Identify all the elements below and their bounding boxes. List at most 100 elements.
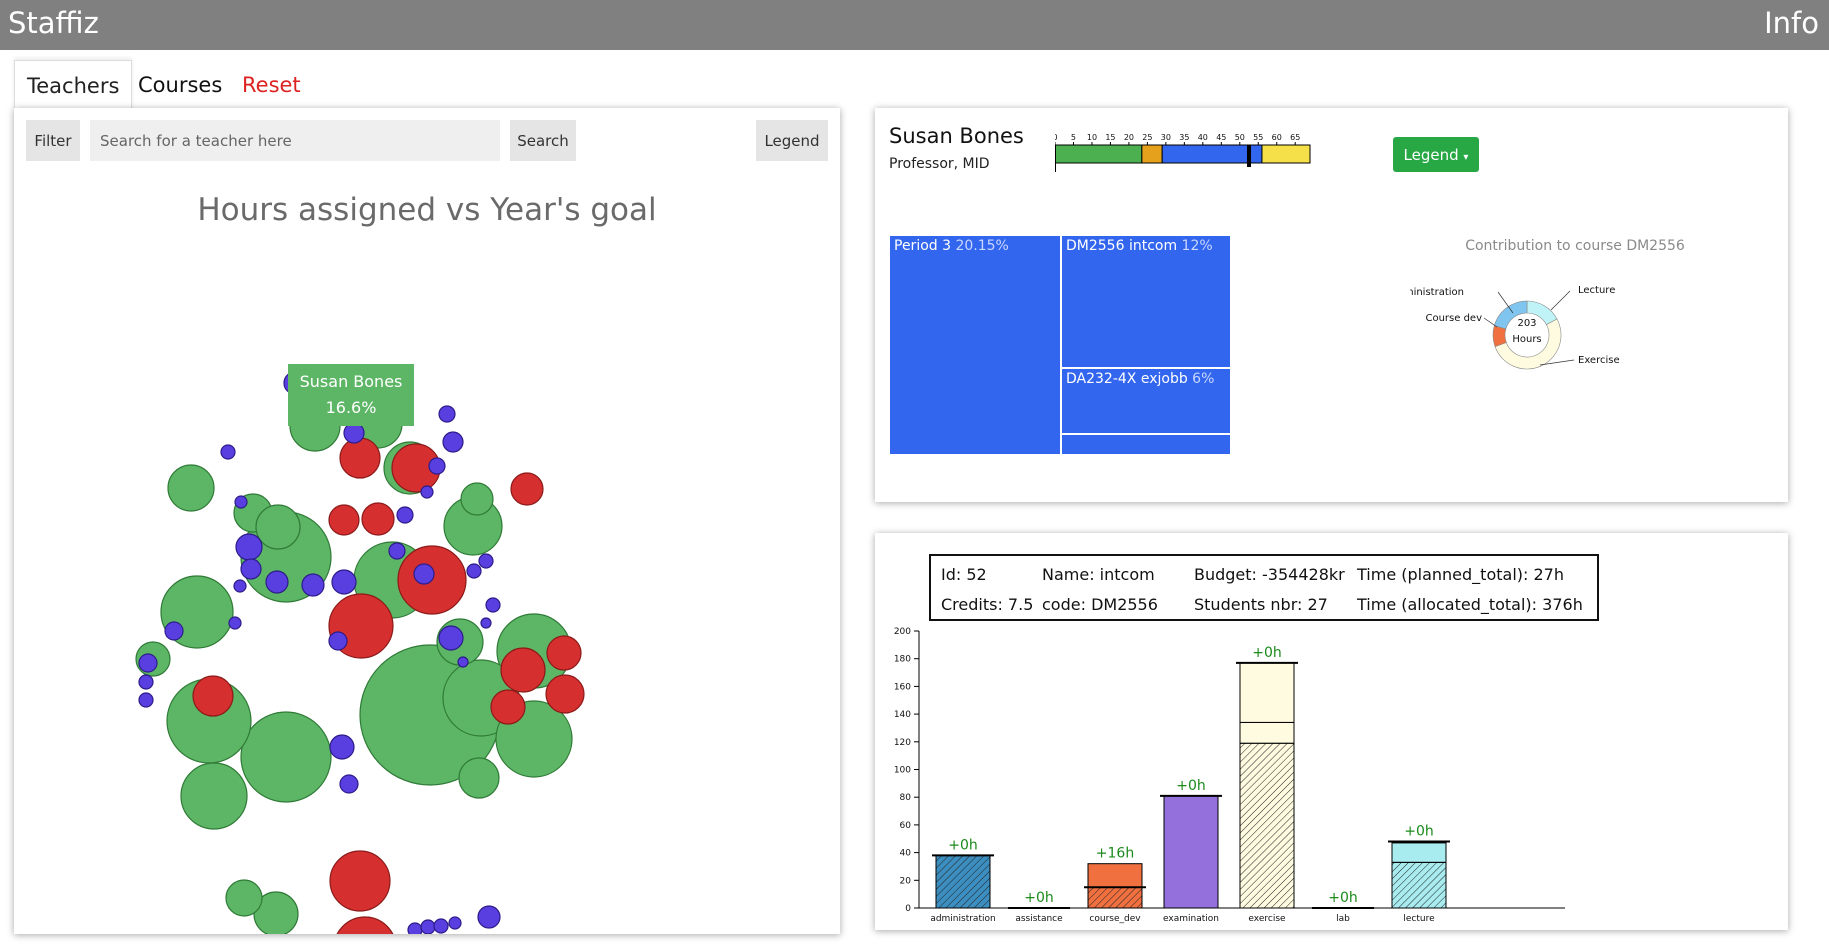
teacher-bubble[interactable] [413, 563, 435, 585]
teacher-bubble[interactable] [166, 678, 252, 764]
teacher-bubble[interactable] [443, 496, 503, 556]
teacher-bubble[interactable] [457, 656, 469, 668]
teacher-bubble[interactable] [496, 613, 572, 689]
teacher-bubble[interactable] [253, 891, 299, 934]
teacher-bubble[interactable] [466, 563, 482, 579]
bar-planned-top[interactable] [1239, 662, 1295, 723]
teacher-bubble[interactable] [138, 692, 154, 708]
teacher-bubble[interactable] [442, 431, 464, 453]
teacher-bubble[interactable] [433, 918, 449, 934]
course-panel: Id: 52 Name: intcom Budget: -354428kr Ti… [875, 533, 1788, 930]
tab-reset[interactable]: Reset [242, 60, 301, 110]
hours-tick-label: 20 [1124, 133, 1134, 142]
teacher-bubble[interactable] [167, 464, 215, 512]
teacher-bubble[interactable] [396, 506, 414, 524]
y-tick-label: 160 [894, 682, 911, 692]
teacher-search-input[interactable] [90, 120, 500, 161]
teacher-bubble[interactable] [353, 541, 431, 619]
teacher-bubble[interactable] [442, 659, 520, 737]
teacher-bubble[interactable] [329, 850, 391, 912]
teacher-bubble[interactable] [233, 579, 247, 593]
teacher-bubble[interactable] [485, 597, 501, 613]
teacher-bubble[interactable] [480, 617, 492, 629]
teacher-bubble[interactable] [225, 879, 263, 917]
teacher-bubble[interactable] [478, 553, 494, 569]
teacher-bubble[interactable] [490, 689, 526, 725]
bar-allocated[interactable] [1163, 795, 1219, 909]
legend-button[interactable]: Legend [756, 120, 828, 161]
teacher-bubble[interactable] [220, 444, 236, 460]
teacher-bubble[interactable] [477, 905, 501, 929]
bar-extra[interactable] [1391, 842, 1447, 863]
teacher-bubble[interactable] [301, 573, 325, 597]
teacher-bubble[interactable] [460, 482, 494, 516]
teacher-bubble[interactable] [407, 922, 423, 934]
course-hours-bar-chart: 0 20 40 60 80 100 120 140 160 180 200 +0h administra… [894, 627, 1565, 924]
hours-tick-label: 30 [1161, 133, 1171, 142]
teacher-bubble[interactable] [438, 625, 464, 651]
teacher-bubble[interactable] [235, 533, 263, 561]
teacher-bubble[interactable] [546, 635, 582, 671]
teacher-bubble[interactable] [361, 502, 395, 536]
teacher-bubble[interactable] [428, 457, 446, 475]
teacher-bubble[interactable] [359, 644, 501, 786]
teacher-bubble[interactable] [391, 443, 441, 493]
tab-teachers[interactable]: Teachers [14, 60, 133, 111]
teacher-bubble[interactable] [265, 570, 289, 594]
teacher-bubble[interactable] [397, 545, 467, 615]
teacher-bubble[interactable] [420, 919, 436, 934]
teacher-bubble[interactable] [138, 653, 158, 673]
teacher-bubble[interactable] [135, 641, 171, 677]
tab-courses[interactable]: Courses [138, 60, 222, 110]
teacher-bubble[interactable] [339, 437, 381, 479]
tooltip-value: 16.6% [325, 398, 377, 417]
teacher-bubble[interactable] [328, 593, 394, 659]
treemap-cell[interactable]: DM2556 intcom 12% [1061, 235, 1231, 368]
detail-legend-dropdown[interactable]: Legend ▾ [1393, 137, 1479, 172]
hours-tick-label: 45 [1216, 133, 1226, 142]
teacher-bubble[interactable] [255, 504, 301, 550]
teacher-bubble[interactable] [329, 734, 355, 760]
teacher-bubble[interactable] [334, 916, 396, 934]
teacher-bubble[interactable] [383, 441, 437, 495]
teacher-bubble[interactable] [500, 647, 546, 693]
bar-hatch [1087, 886, 1143, 909]
teacher-bubble[interactable] [240, 558, 262, 580]
app-brand[interactable]: Staffiz [8, 6, 99, 40]
teacher-bubble[interactable] [138, 674, 154, 690]
teacher-bubble[interactable] [510, 472, 544, 506]
teacher-bubble[interactable] [448, 916, 462, 930]
teacher-bubble[interactable] [545, 674, 585, 714]
bar-extra[interactable] [1087, 863, 1143, 888]
teacher-bubble[interactable] [388, 542, 406, 560]
search-button[interactable]: Search [510, 120, 576, 161]
teacher-bubble[interactable] [495, 700, 573, 778]
bar-extra[interactable] [1239, 721, 1295, 744]
filter-button[interactable]: Filter [26, 120, 80, 161]
teacher-bubble[interactable] [240, 711, 332, 803]
teacher-bubble[interactable] [240, 511, 332, 603]
teacher-bubble[interactable] [331, 569, 357, 595]
teacher-bubble[interactable] [339, 774, 359, 794]
treemap-cell[interactable]: DA232-4X exjobb 6% [1061, 368, 1231, 434]
teacher-bubble[interactable] [438, 405, 456, 423]
info-link[interactable]: Info [1764, 6, 1819, 40]
treemap-cell[interactable]: Period 3 20.15% [889, 235, 1061, 455]
teacher-bubble[interactable] [233, 493, 273, 533]
teacher-bubble[interactable] [420, 485, 434, 499]
donut-title: Contribution to course DM2556 [1465, 238, 1685, 254]
teacher-bubble[interactable] [160, 575, 234, 649]
treemap-cell[interactable] [1061, 434, 1231, 455]
teacher-bubble[interactable] [328, 504, 360, 536]
teacher-bubble[interactable] [180, 762, 248, 830]
teacher-bubble[interactable] [228, 616, 242, 630]
teacher-bubble[interactable] [436, 618, 484, 666]
teacher-bubble[interactable] [164, 621, 184, 641]
teacher-detail-panel: Susan Bones Professor, MID 0 5 10 15 20 25 30 3… [875, 108, 1788, 502]
teacher-bubble[interactable] [328, 631, 348, 651]
teacher-bubble[interactable] [458, 757, 500, 799]
teacher-bubble[interactable] [192, 675, 234, 717]
y-tick-label: 120 [894, 738, 911, 748]
teacher-bubble[interactable] [234, 495, 248, 509]
teacher-bubble[interactable] [343, 422, 365, 444]
